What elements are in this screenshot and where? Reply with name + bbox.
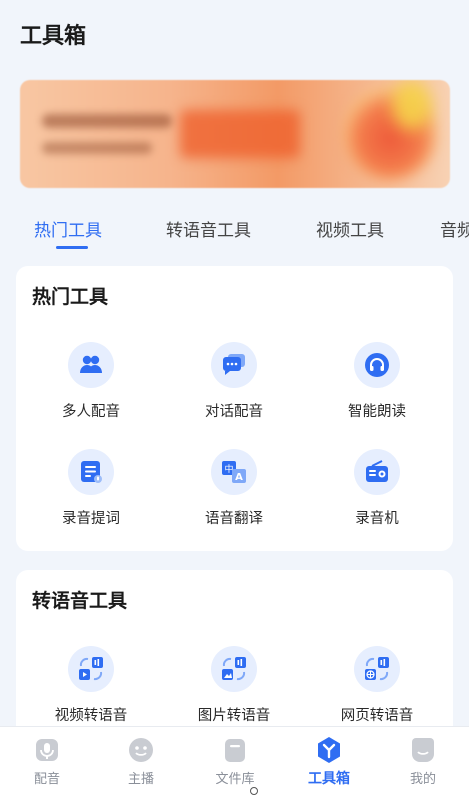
tab-video-tools[interactable]: 视频工具 — [316, 216, 384, 241]
nav-label: 工具箱 — [308, 771, 350, 787]
tool-multi-dubbing[interactable]: 多人配音 — [21, 342, 161, 421]
hot-tools-title: 热门工具 — [32, 286, 109, 308]
tool-label: 多人配音 — [62, 404, 120, 420]
chat-bubble-icon — [211, 342, 257, 388]
translate-icon: 中 A — [211, 449, 257, 495]
headphones-icon — [354, 342, 400, 388]
nav-label: 主播 — [127, 772, 154, 787]
tts-tools-title: 转语音工具 — [32, 590, 128, 612]
anchor-face-icon — [126, 735, 156, 765]
hot-tools-card: 热门工具 多人配音 对话配音 智能朗读 录音提词 中 A 语音翻译 录音机 — [16, 266, 453, 551]
tool-voice-translation[interactable]: 中 A 语音翻译 — [164, 449, 304, 528]
tool-label: 网页转语音 — [340, 708, 414, 724]
tool-label: 语音翻译 — [205, 511, 263, 527]
radio-recorder-icon — [354, 449, 400, 495]
nav-label: 我的 — [409, 772, 436, 787]
tool-recorder[interactable]: 录音机 — [307, 449, 447, 528]
file-library-icon — [220, 735, 250, 765]
nav-item-anchor[interactable]: 主播 — [94, 735, 188, 787]
video-to-audio-icon — [68, 646, 114, 692]
nav-label: 文件库 — [215, 772, 255, 787]
nav-item-file-library[interactable]: 文件库 — [188, 735, 282, 787]
nav-item-toolbox[interactable]: 工具箱 — [282, 735, 376, 788]
category-tabs: 热门工具 转语音工具 视频工具 音频 — [0, 212, 469, 252]
page-title: 工具箱 — [20, 24, 87, 49]
active-tab-indicator — [56, 246, 88, 249]
promo-banner[interactable] — [20, 80, 450, 188]
bottom-nav: 配音 主播 文件库 工具箱 我的 — [0, 726, 469, 796]
profile-icon — [408, 735, 438, 765]
home-indicator — [250, 787, 258, 795]
tool-label: 对话配音 — [205, 404, 263, 420]
tool-teleprompter[interactable]: 录音提词 — [21, 449, 161, 528]
nav-item-profile[interactable]: 我的 — [376, 735, 469, 787]
tool-label: 图片转语音 — [197, 708, 271, 724]
svg-text:A: A — [235, 472, 243, 483]
dubbing-icon — [32, 735, 62, 765]
tool-dialogue-dubbing[interactable]: 对话配音 — [164, 342, 304, 421]
web-to-audio-icon — [354, 646, 400, 692]
tool-smart-reading[interactable]: 智能朗读 — [307, 342, 447, 421]
nav-item-dubbing[interactable]: 配音 — [0, 735, 94, 787]
tool-label: 视频转语音 — [54, 708, 128, 724]
teleprompter-icon — [68, 449, 114, 495]
tool-label: 智能朗读 — [348, 404, 406, 420]
tab-hot-tools[interactable]: 热门工具 — [34, 216, 102, 241]
tab-audio-tools[interactable]: 音频 — [440, 216, 469, 241]
tab-tts-tools[interactable]: 转语音工具 — [166, 216, 251, 241]
tool-video-to-speech[interactable]: 视频转语音 — [21, 646, 161, 725]
toolbox-icon — [314, 735, 344, 765]
tool-label: 录音机 — [355, 511, 399, 527]
image-to-audio-icon — [211, 646, 257, 692]
nav-label: 配音 — [33, 772, 60, 787]
people-icon — [68, 342, 114, 388]
tool-image-to-speech[interactable]: 图片转语音 — [164, 646, 304, 725]
tool-label: 录音提词 — [62, 511, 120, 527]
tool-webpage-to-speech[interactable]: 网页转语音 — [307, 646, 447, 725]
